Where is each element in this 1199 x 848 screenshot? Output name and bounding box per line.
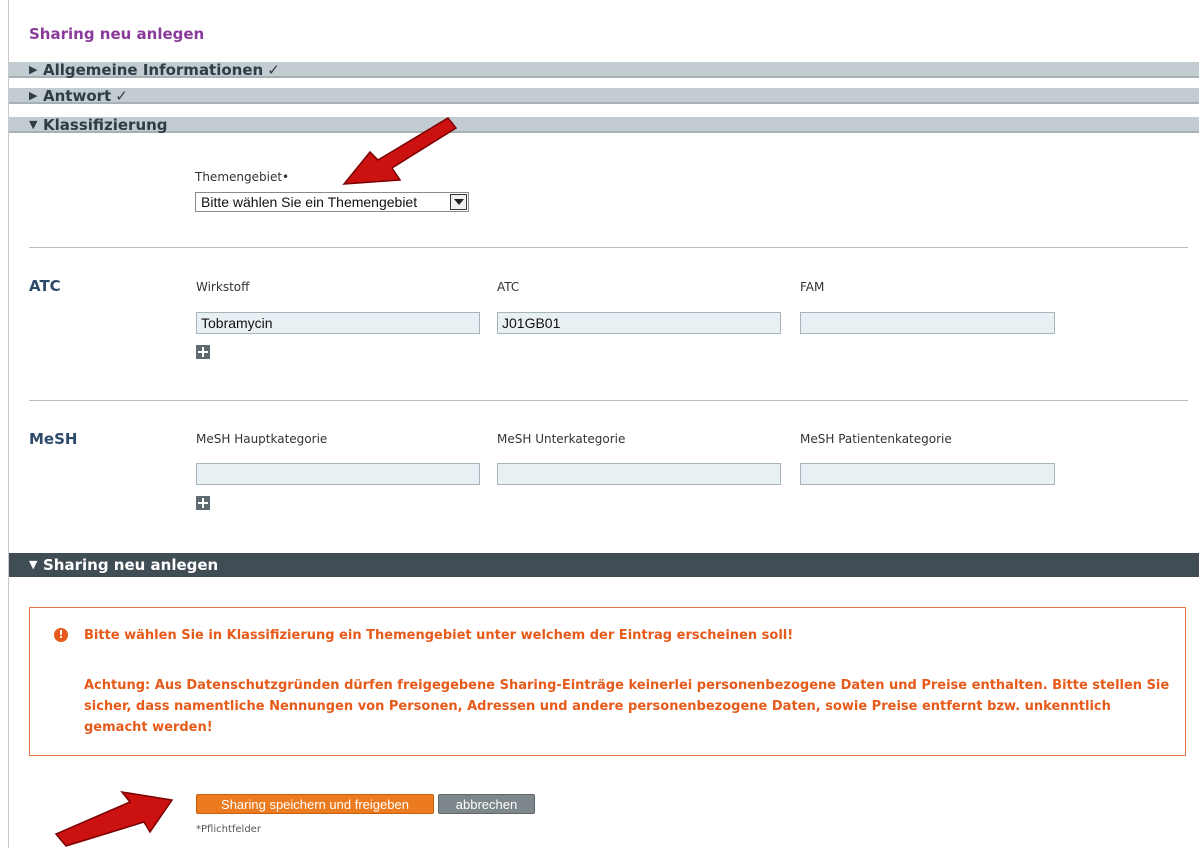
expand-arrow-icon: ▶	[29, 89, 38, 102]
mesh-title: MeSH	[29, 430, 78, 448]
annotation-arrow-icon	[342, 117, 458, 185]
section-klassifizierung[interactable]: ▼ Klassifizierung	[9, 117, 1199, 133]
atc-title: ATC	[29, 277, 61, 295]
add-mesh-icon[interactable]	[196, 496, 210, 510]
mesh-hauptkategorie-label: MeSH Hauptkategorie	[196, 432, 328, 446]
fam-input[interactable]	[800, 312, 1055, 334]
section-antwort[interactable]: ▶ Antwort ✓	[9, 88, 1199, 104]
section-label: Allgemeine Informationen	[43, 61, 264, 79]
alert-icon: !	[54, 628, 68, 642]
collapse-arrow-icon: ▼	[29, 558, 38, 571]
add-atc-icon[interactable]	[196, 345, 210, 359]
mesh-patientenkategorie-input[interactable]	[800, 463, 1055, 485]
wirkstoff-input[interactable]: Tobramycin	[196, 312, 480, 334]
mesh-hauptkategorie-input[interactable]	[196, 463, 480, 485]
save-and-share-button[interactable]: Sharing speichern und freigeben	[196, 794, 434, 814]
annotation-arrow-icon	[54, 790, 174, 847]
alert-box: ! Bitte wählen Sie in Klassifizierung ei…	[29, 607, 1186, 756]
expand-arrow-icon: ▶	[29, 63, 38, 76]
divider	[29, 400, 1188, 401]
atc-label: ATC	[497, 280, 520, 294]
fam-label: FAM	[800, 280, 825, 294]
divider	[29, 247, 1188, 248]
cancel-button[interactable]: abbrechen	[438, 794, 535, 814]
alert-message: Bitte wählen Sie in Klassifizierung ein …	[84, 628, 794, 643]
mesh-unterkategorie-input[interactable]	[497, 463, 781, 485]
chevron-down-icon[interactable]	[450, 194, 467, 210]
page-title: Sharing neu anlegen	[29, 25, 205, 43]
collapse-arrow-icon: ▼	[29, 118, 38, 131]
required-fields-note: *Pflichtfelder	[196, 824, 261, 835]
section-label: Sharing neu anlegen	[43, 556, 219, 574]
privacy-warning: Achtung: Aus Datenschutzgründen dürfen f…	[84, 678, 1170, 735]
section-sharing-neu-anlegen[interactable]: ▼ Sharing neu anlegen	[9, 553, 1199, 577]
checkmark-icon: ✓	[115, 87, 128, 105]
section-allgemeine-informationen[interactable]: ▶ Allgemeine Informationen ✓	[9, 62, 1199, 78]
section-label: Klassifizierung	[43, 116, 168, 134]
themengebiet-select[interactable]: Bitte wählen Sie ein Themengebiet	[195, 192, 469, 212]
checkmark-icon: ✓	[267, 61, 280, 79]
section-label: Antwort	[43, 87, 112, 105]
wirkstoff-label: Wirkstoff	[196, 280, 250, 294]
mesh-patientenkategorie-label: MeSH Patientenkategorie	[800, 432, 952, 446]
select-value: Bitte wählen Sie ein Themengebiet	[201, 194, 418, 210]
mesh-unterkategorie-label: MeSH Unterkategorie	[497, 432, 626, 446]
atc-input[interactable]: J01GB01	[497, 312, 781, 334]
themengebiet-label: Themengebiet•	[195, 170, 290, 184]
